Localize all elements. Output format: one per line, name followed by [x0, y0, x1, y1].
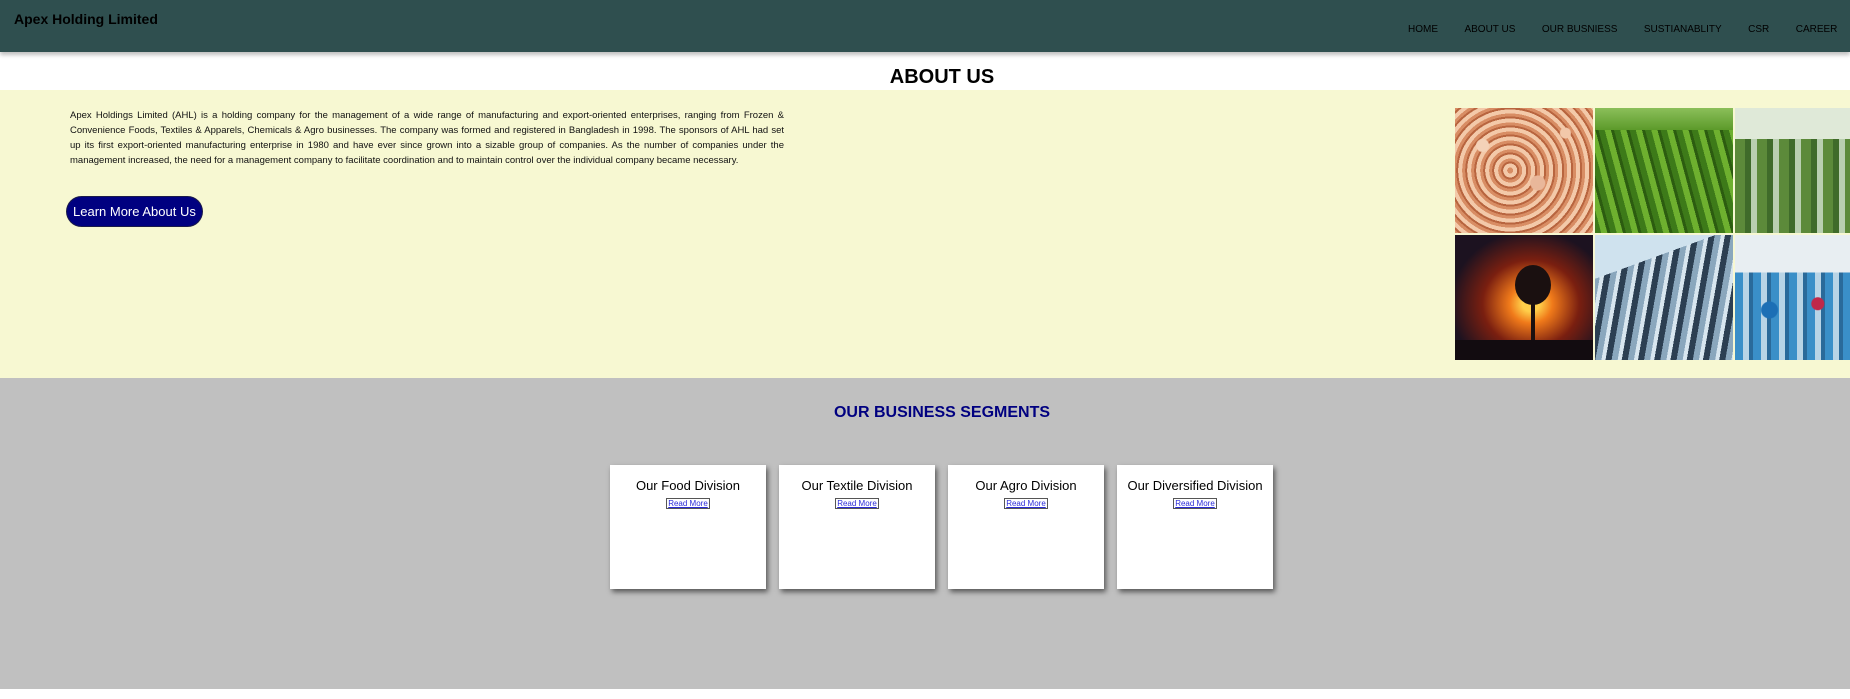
read-more-link[interactable]: Read More	[666, 498, 710, 509]
agro-division-card: Our Agro Division Read More	[948, 465, 1104, 589]
garment-factory-image	[1735, 235, 1850, 360]
brand-name[interactable]: Apex Holding Limited	[14, 11, 158, 27]
card-title: Our Agro Division	[975, 478, 1077, 493]
diversified-division-card: Our Diversified Division Read More	[1117, 465, 1273, 589]
food-division-card: Our Food Division Read More	[610, 465, 766, 589]
tree-trunk	[1531, 301, 1535, 341]
nav-sustainability[interactable]: SUSTIANABLITY	[1644, 24, 1722, 35]
nav-about-us[interactable]: ABOUT US	[1464, 24, 1515, 35]
crop-field-image	[1595, 108, 1733, 233]
textile-division-card: Our Textile Division Read More	[779, 465, 935, 589]
about-title: ABOUT US	[889, 66, 995, 88]
segments-title: OUR BUSINESS SEGMENTS	[833, 404, 1051, 421]
card-title: Our Diversified Division	[1127, 478, 1263, 493]
image-gallery	[1455, 108, 1850, 361]
business-segments-section: OUR BUSINESS SEGMENTS Our Food Division …	[0, 378, 1850, 689]
card-title: Our Food Division	[635, 478, 741, 493]
shrimp-image	[1455, 108, 1593, 233]
read-more-link[interactable]: Read More	[1173, 498, 1217, 509]
card-title: Our Textile Division	[801, 478, 913, 493]
read-more-link[interactable]: Read More	[1004, 498, 1048, 509]
nav-home[interactable]: HOME	[1408, 24, 1438, 35]
greenhouse-image	[1735, 108, 1850, 233]
sunset-tree-image	[1455, 235, 1593, 360]
read-more-link[interactable]: Read More	[835, 498, 879, 509]
nav-our-business[interactable]: OUR BUSNIESS	[1542, 24, 1618, 35]
about-section: Apex Holdings Limited (AHL) is a holding…	[0, 90, 1850, 378]
nav-csr[interactable]: CSR	[1748, 24, 1769, 35]
nav-career[interactable]: CAREER	[1796, 24, 1838, 35]
textile-machinery-image	[1595, 235, 1733, 360]
tree-silhouette	[1515, 265, 1551, 305]
top-navbar: Apex Holding Limited HOME ABOUT US OUR B…	[0, 0, 1850, 52]
learn-more-button[interactable]: Learn More About Us	[67, 197, 202, 226]
main-nav: HOME ABOUT US OUR BUSNIESS SUSTIANABLITY…	[1408, 19, 1850, 37]
about-description: Apex Holdings Limited (AHL) is a holding…	[70, 110, 784, 166]
